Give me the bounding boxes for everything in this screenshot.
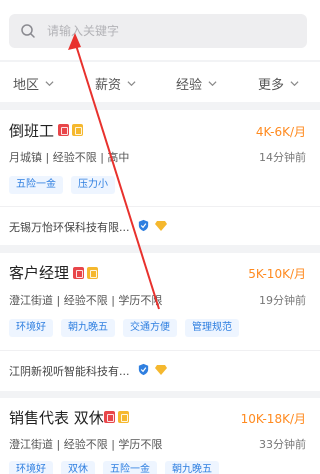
job-time: 19分钟前 [259, 294, 306, 307]
chevron-down-icon [290, 80, 299, 86]
job-salary: 5K-10K/月 [248, 267, 306, 281]
filter-experience[interactable]: 经验 [176, 74, 217, 93]
chevron-down-icon [127, 80, 136, 86]
gem-icon [155, 365, 167, 375]
job-meta: 月城镇 | 经验不限 | 高中 [9, 151, 130, 164]
job-meta: 澄江街道 | 经验不限 | 学历不限 [9, 438, 163, 451]
filter-more[interactable]: 更多 [258, 74, 299, 93]
job-tag: 朝九晚五 [165, 461, 219, 474]
job-tags: 环境好 朝九晚五 交通方便 管理规范 [9, 319, 239, 337]
search-input[interactable] [47, 21, 287, 41]
company-name[interactable]: 江阴新视听智能科技有... [9, 363, 130, 379]
urgent-badge-icon [58, 124, 69, 136]
job-tag: 交通方便 [123, 319, 177, 337]
urgent-badge-icon [104, 411, 115, 423]
filter-bar: 地区 薪资 经验 更多 [0, 62, 320, 102]
job-tags: 五险一金 压力小 [9, 176, 115, 194]
urgent-badge-icon [73, 267, 84, 279]
job-tag: 双休 [61, 461, 95, 474]
job-tag: 压力小 [71, 176, 115, 194]
job-meta: 澄江街道 | 经验不限 | 学历不限 [9, 294, 163, 307]
premium-badge-icon [87, 267, 98, 279]
job-salary: 4K-6K/月 [255, 125, 306, 139]
filter-region[interactable]: 地区 [13, 74, 54, 93]
job-card: 倒班工 4K-6K/月 月城镇 | 经验不限 | 高中 14分钟前 五险一金 压… [0, 110, 320, 245]
job-salary: 10K-18K/月 [240, 412, 306, 426]
divider [0, 350, 320, 351]
job-tag: 五险一金 [103, 461, 157, 474]
verified-shield-icon [138, 363, 149, 376]
job-tag: 朝九晚五 [61, 319, 115, 337]
filter-label: 更多 [258, 77, 285, 93]
job-tags: 环境好 双休 五险一金 朝九晚五 [9, 461, 219, 474]
premium-badge-icon [72, 124, 83, 136]
job-title: 客户经理 [9, 264, 70, 282]
job-card-main[interactable]: 倒班工 4K-6K/月 月城镇 | 经验不限 | 高中 14分钟前 五险一金 压… [0, 110, 320, 202]
job-card: 客户经理 5K-10K/月 澄江街道 | 经验不限 | 学历不限 19分钟前 环… [0, 253, 320, 391]
filter-label: 经验 [176, 77, 203, 93]
filter-label: 地区 [13, 77, 40, 93]
filter-salary[interactable]: 薪资 [95, 74, 136, 93]
verified-shield-icon [138, 219, 149, 232]
job-card-main[interactable]: 客户经理 5K-10K/月 澄江街道 | 经验不限 | 学历不限 19分钟前 环… [0, 253, 320, 343]
company-name[interactable]: 无锡万怡环保科技有限... [9, 219, 130, 235]
chevron-down-icon [45, 80, 54, 86]
search-bar [0, 0, 320, 60]
job-card: 销售代表 双休 10K-18K/月 澄江街道 | 经验不限 | 学历不限 33分… [0, 398, 320, 474]
search-box[interactable] [9, 14, 307, 48]
job-tag: 五险一金 [9, 176, 63, 194]
job-tag: 管理规范 [185, 319, 239, 337]
job-tag: 环境好 [9, 461, 53, 474]
job-time: 33分钟前 [259, 438, 306, 451]
chevron-down-icon [208, 80, 217, 86]
premium-badge-icon [118, 411, 129, 423]
job-title: 销售代表 双休 [9, 409, 104, 427]
job-title: 倒班工 [9, 122, 55, 140]
divider [0, 206, 320, 207]
search-icon [21, 24, 35, 38]
gem-icon [155, 221, 167, 231]
job-time: 14分钟前 [259, 151, 306, 164]
job-tag: 环境好 [9, 319, 53, 337]
filter-label: 薪资 [95, 77, 122, 93]
job-card-main[interactable]: 销售代表 双休 10K-18K/月 澄江街道 | 经验不限 | 学历不限 33分… [0, 398, 320, 474]
